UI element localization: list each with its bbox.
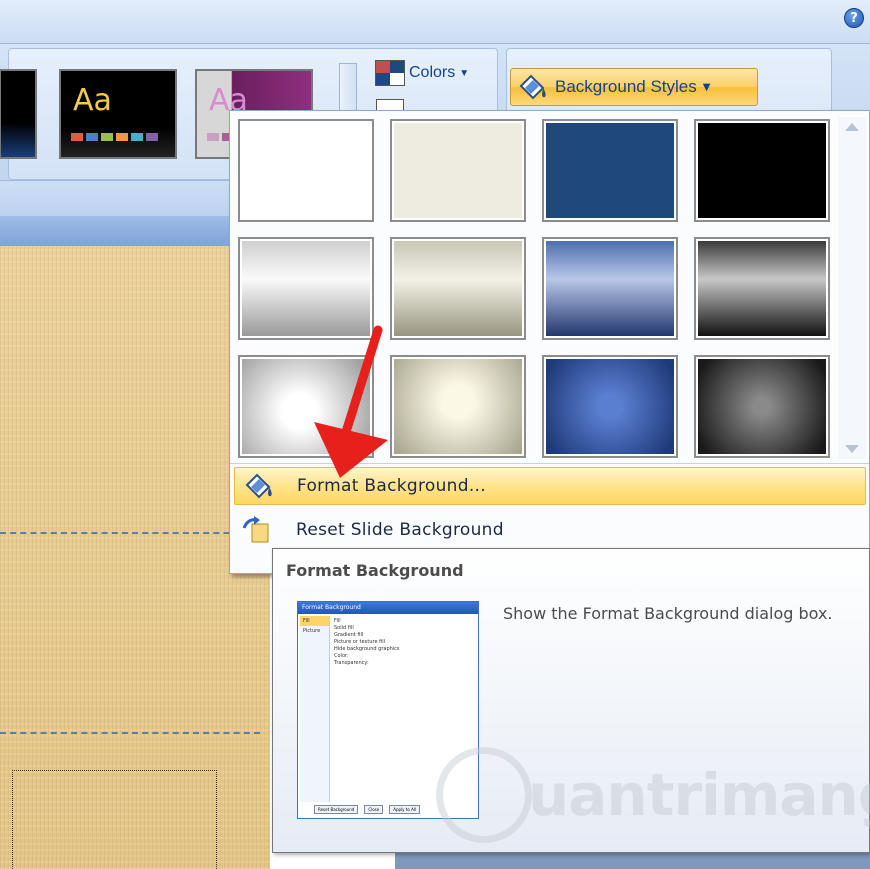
gallery-scrollbar[interactable] bbox=[838, 117, 866, 459]
background-styles-button[interactable]: Background Styles ▼ bbox=[510, 68, 758, 106]
preview-button: Close bbox=[364, 805, 384, 814]
preview-sidebar: Fill Picture bbox=[300, 616, 330, 802]
reset-slide-background-menu-item[interactable]: Reset Slide Background bbox=[234, 511, 866, 549]
help-icon[interactable]: ? bbox=[844, 8, 864, 28]
background-style-swatch[interactable] bbox=[542, 355, 678, 458]
background-style-swatch[interactable] bbox=[542, 237, 678, 340]
preview-line: Hide background graphics bbox=[334, 646, 400, 652]
background-styles-dropdown: Format Background... Reset Slide Backgro… bbox=[229, 110, 870, 574]
background-style-swatch[interactable] bbox=[694, 119, 830, 222]
preview-line: Picture or texture fill bbox=[334, 639, 386, 645]
watermark-text: uantrimang bbox=[528, 761, 870, 829]
format-background-menu-item[interactable]: Format Background... bbox=[234, 467, 866, 505]
preview-line: Color: bbox=[334, 653, 349, 659]
scroll-down-arrow-icon[interactable] bbox=[845, 445, 859, 453]
paint-bucket-icon bbox=[245, 473, 272, 499]
theme-thumbnail[interactable] bbox=[0, 69, 37, 159]
screen-tip-description: Show the Format Background dialog box. bbox=[503, 604, 833, 623]
menu-separator bbox=[230, 463, 869, 464]
format-background-label: Format Background... bbox=[297, 476, 486, 496]
reset-slide-background-label: Reset Slide Background bbox=[296, 520, 504, 540]
text-placeholder[interactable] bbox=[12, 770, 217, 869]
preview-line: Fill bbox=[334, 618, 341, 624]
chevron-down-icon: ▼ bbox=[702, 81, 711, 93]
preview-line: Solid fill bbox=[334, 625, 354, 631]
theme-thumbnail[interactable]: Aa bbox=[59, 69, 177, 159]
watermark-logo: uantrimang bbox=[436, 740, 870, 850]
preview-button: Apply to All bbox=[389, 805, 421, 814]
theme-sample-text: Aa bbox=[73, 83, 112, 118]
preview-line: Gradient fill bbox=[334, 632, 364, 638]
theme-swatches bbox=[71, 133, 158, 141]
background-style-swatch[interactable] bbox=[390, 119, 526, 222]
background-style-swatch[interactable] bbox=[694, 355, 830, 458]
colors-button[interactable]: Colors ▼ bbox=[375, 60, 470, 86]
background-style-swatch[interactable] bbox=[238, 237, 374, 340]
paint-bucket-icon bbox=[519, 74, 546, 100]
placeholder-border bbox=[0, 732, 260, 734]
preview-buttons: Reset Background Close Apply to All bbox=[314, 805, 421, 814]
preview-dialog-title: Format Background bbox=[298, 602, 478, 614]
background-style-swatch[interactable] bbox=[542, 119, 678, 222]
preview-body: Fill Solid fill Gradient fill Picture or… bbox=[334, 618, 400, 667]
colors-icon bbox=[375, 60, 405, 86]
screen-tip-title: Format Background bbox=[286, 561, 464, 580]
background-style-swatch[interactable] bbox=[694, 237, 830, 340]
preview-sidebar-item: Picture bbox=[303, 628, 321, 634]
ribbon-tabs-bar: ? bbox=[0, 0, 870, 44]
background-style-swatch[interactable] bbox=[238, 119, 374, 222]
preview-line: Transparency: bbox=[334, 660, 369, 666]
background-style-swatch[interactable] bbox=[390, 237, 526, 340]
lightbulb-icon bbox=[436, 747, 532, 843]
preview-sidebar-item: Fill bbox=[300, 616, 329, 626]
background-style-swatch[interactable] bbox=[238, 355, 374, 458]
colors-label: Colors bbox=[409, 64, 456, 81]
chevron-down-icon: ▼ bbox=[459, 67, 470, 79]
background-styles-label: Background Styles bbox=[555, 77, 697, 96]
reset-background-icon bbox=[242, 516, 269, 543]
scroll-up-arrow-icon[interactable] bbox=[845, 123, 859, 131]
preview-button: Reset Background bbox=[314, 805, 359, 814]
background-style-swatch[interactable] bbox=[390, 355, 526, 458]
placeholder-border bbox=[0, 532, 260, 534]
